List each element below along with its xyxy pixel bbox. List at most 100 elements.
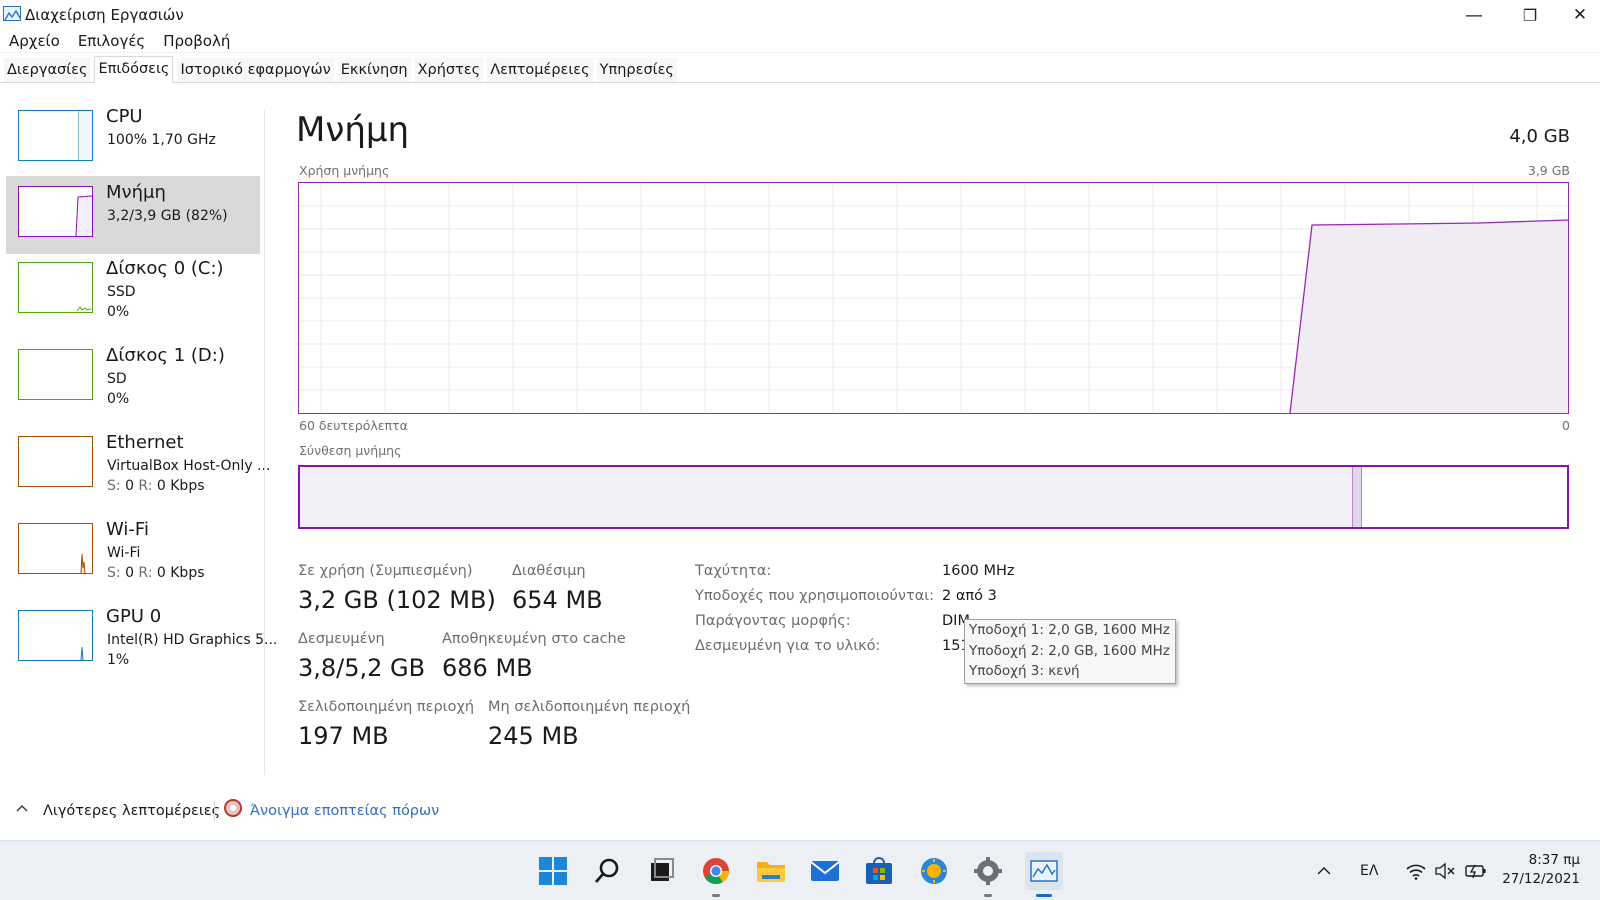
send-value: 0 (125, 565, 139, 581)
task-view-icon[interactable] (644, 854, 678, 888)
receive-value: 0 Kbps (156, 565, 205, 581)
menu-bar: Αρχείο Επιλογές Προβολή (0, 30, 239, 52)
windows-start-icon[interactable] (536, 854, 570, 888)
chrome-icon[interactable] (699, 854, 733, 897)
chevron-up-icon[interactable] (16, 801, 28, 817)
sidebar-item-disk-0[interactable]: Δίσκος 0 (C:) SSD 0% (6, 252, 260, 330)
composition-in-use (300, 467, 1352, 527)
restore-button[interactable]: ❐ (1504, 0, 1556, 30)
tab-services[interactable]: Υπηρεσίες (596, 58, 677, 83)
title-bar: Διαχείριση Εργασιών — ❐ ✕ (0, 0, 1600, 30)
menu-separator (0, 52, 1600, 53)
sidebar-item-cpu[interactable]: CPU 100% 1,70 GHz (6, 100, 260, 178)
weather-icon[interactable] (917, 854, 951, 888)
search-icon[interactable] (590, 854, 624, 888)
microsoft-store-icon[interactable] (862, 854, 896, 888)
sidebar-item-detail: 100% 1,70 GHz (107, 132, 216, 148)
gpu-thumbnail-graph (18, 610, 93, 661)
cached-value: 686 MB (442, 654, 533, 682)
battery-charging-icon[interactable] (1464, 841, 1488, 900)
menu-file[interactable]: Αρχείο (0, 30, 69, 52)
in-use-label: Σε χρήση (Συμπιεσμένη) (298, 563, 473, 579)
task-manager-taskbar-icon[interactable] (1025, 852, 1063, 897)
receive-label: R: (138, 478, 157, 494)
memory-usage-graph (298, 182, 1569, 414)
input-language-indicator[interactable]: ΕΛ (1360, 841, 1378, 900)
sidebar-item-detail: Wi-Fi (107, 545, 141, 561)
disk-0-thumbnail-graph (18, 262, 93, 313)
ethernet-thumbnail-graph (18, 436, 93, 487)
speed-value: 1600 MHz (942, 563, 1015, 579)
page-title: Μνήμη (296, 110, 410, 150)
volume-muted-icon[interactable] (1434, 841, 1456, 900)
receive-label: R: (138, 565, 157, 581)
mail-icon[interactable] (808, 854, 842, 888)
tab-processes[interactable]: Διεργασίες (4, 58, 91, 83)
receive-value: 0 Kbps (156, 478, 205, 494)
fewer-details-button[interactable]: Λιγότερες λεπτομέρειες (43, 803, 220, 819)
memory-usage-max: 3,9 GB (1527, 163, 1570, 178)
tab-performance[interactable]: Επιδόσεις (94, 56, 174, 83)
tab-details[interactable]: Λεπτομέρειες (487, 58, 593, 83)
tab-users[interactable]: Χρήστες (414, 58, 484, 83)
menu-view[interactable]: Προβολή (154, 30, 239, 52)
sidebar-item-title: Δίσκος 0 (C:) (106, 258, 224, 279)
in-use-value: 3,2 GB (102 MB) (298, 586, 496, 614)
sidebar-item-detail: SSD (107, 284, 136, 300)
file-explorer-icon[interactable] (754, 854, 788, 888)
total-memory: 4,0 GB (1509, 126, 1570, 147)
resource-monitor-icon (224, 799, 242, 817)
task-manager-window: Διαχείριση Εργασιών — ❐ ✕ Αρχείο Επιλογέ… (0, 0, 1600, 900)
sidebar-item-title: GPU 0 (106, 606, 162, 627)
cpu-thumbnail-graph (18, 110, 93, 161)
clock-date: 27/12/2021 (1502, 871, 1580, 887)
memory-usage-area (1290, 220, 1568, 413)
memory-composition-bar (298, 465, 1569, 529)
running-indicator (712, 894, 720, 897)
sidebar-item-usage: 0% (107, 391, 130, 407)
slots-used-label: Υποδοχές που χρησιμοποιούνται: (695, 588, 935, 604)
open-resource-monitor-link[interactable]: Άνοιγμα εποπτείας πόρων (250, 803, 439, 819)
speed-label: Ταχύτητα: (695, 563, 772, 579)
non-paged-pool-value: 245 MB (488, 722, 579, 750)
tab-startup[interactable]: Εκκίνηση (337, 58, 411, 83)
tab-app-history[interactable]: Ιστορικό εφαρμογών (177, 58, 334, 83)
sidebar-divider (264, 110, 265, 775)
tooltip-line: Υποδοχή 3: κενή (969, 663, 1080, 679)
menu-options[interactable]: Επιλογές (69, 30, 154, 52)
taskbar-clock[interactable]: 8:37 πμ 27/12/2021 (1502, 851, 1580, 889)
non-paged-pool-label: Μη σελιδοποιημένη περιοχή (488, 699, 691, 715)
sidebar-item-disk-1[interactable]: Δίσκος 1 (D:) SD 0% (6, 339, 260, 417)
tooltip-line: Υποδοχή 2: 2,0 GB, 1600 MHz (969, 642, 1170, 659)
settings-icon[interactable] (971, 854, 1005, 897)
taskbar: ΕΛ 8:37 πμ 27/12/2021 (0, 840, 1600, 900)
sidebar-item-usage: 0% (107, 304, 130, 320)
sidebar-item-title: CPU (106, 106, 143, 127)
memory-usage-graph-svg (299, 183, 1569, 414)
wifi-icon[interactable] (1405, 841, 1427, 900)
sidebar-item-usage: 1% (107, 652, 130, 668)
footer-separator (214, 801, 215, 821)
sidebar-item-title: Μνήμη (106, 182, 166, 203)
tooltip-line: Υποδοχή 1: 2,0 GB, 1600 MHz (969, 622, 1170, 638)
available-value: 654 MB (512, 586, 603, 614)
hardware-reserved-label: Δεσμευμένη για το υλικό: (695, 638, 881, 654)
sidebar-item-detail: SD (107, 371, 127, 387)
minimize-button[interactable]: — (1448, 0, 1500, 30)
sidebar-item-title: Δίσκος 1 (D:) (106, 345, 225, 366)
sidebar-item-ethernet[interactable]: Ethernet VirtualBox Host-Only ... S: 0 R… (6, 426, 270, 504)
slots-used-value: 2 από 3 (942, 588, 997, 604)
task-manager-app-icon (3, 6, 21, 21)
tray-overflow-chevron-icon[interactable] (1316, 841, 1332, 900)
slots-tooltip: Υποδοχή 1: 2,0 GB, 1600 MHz Υποδοχή 2: 2… (964, 619, 1176, 684)
committed-label: Δεσμευμένη (298, 631, 385, 647)
sidebar-item-throughput: S: 0 R: 0 Kbps (107, 478, 205, 494)
time-axis-right: 0 (1562, 418, 1570, 433)
close-button[interactable]: ✕ (1560, 0, 1600, 30)
sidebar-item-gpu-0[interactable]: GPU 0 Intel(R) HD Graphics 5... 1% (6, 600, 277, 678)
sidebar-item-memory[interactable]: Μνήμη 3,2/3,9 GB (82%) (6, 176, 260, 254)
sidebar-item-title: Wi-Fi (106, 519, 149, 540)
cached-label: Αποθηκευμένη στο cache (442, 631, 626, 647)
paged-pool-value: 197 MB (298, 722, 389, 750)
sidebar-item-wifi[interactable]: Wi-Fi Wi-Fi S: 0 R: 0 Kbps (6, 513, 260, 591)
